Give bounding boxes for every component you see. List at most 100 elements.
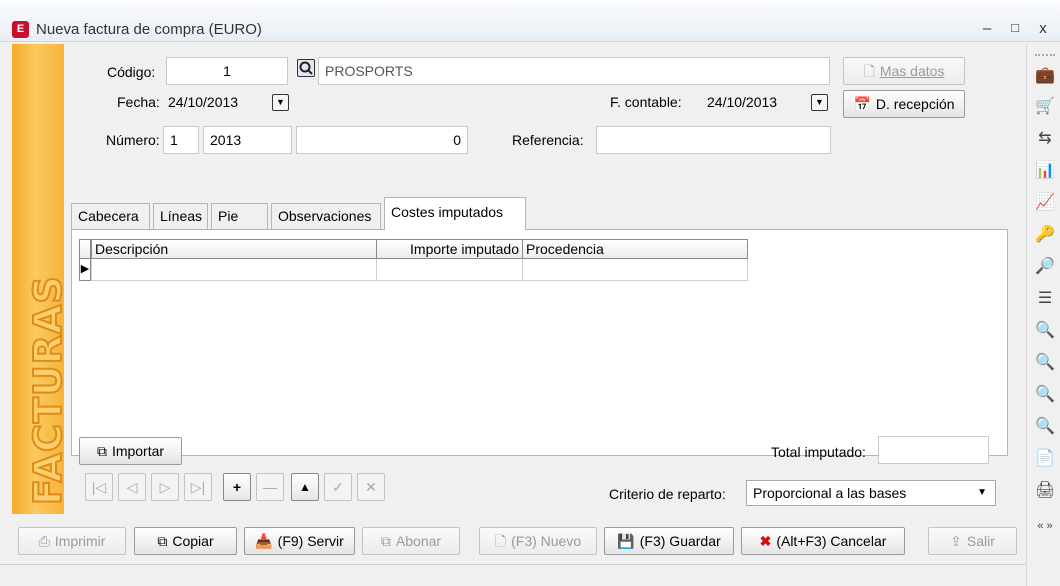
delete-record-button[interactable]: —	[256, 473, 284, 501]
cell-importe[interactable]	[376, 259, 523, 281]
cart-icon[interactable]: 🛒	[1035, 97, 1055, 117]
numero-year-input[interactable]: 2013	[203, 126, 292, 154]
fecha-label: Fecha:	[117, 94, 160, 110]
codigo-input[interactable]: 1	[166, 57, 288, 85]
printer-doc-icon[interactable]: 🖨	[1035, 481, 1055, 501]
transfer-icon[interactable]: ⇆	[1035, 129, 1055, 149]
cancel-record-button[interactable]: ✕	[357, 473, 385, 501]
total-imputado-field	[878, 436, 989, 464]
tab-cabecera[interactable]: Cabecera	[71, 203, 150, 229]
copy-icon: ⧉	[96, 443, 107, 459]
servir-label: (F9) Servir	[277, 533, 344, 549]
chevron-down-icon: ▼	[977, 487, 987, 498]
criterio-label: Criterio de reparto:	[609, 486, 726, 502]
title-bar: E Nueva factura de compra (EURO) – □ x	[0, 0, 1060, 42]
grid-header-importe[interactable]: Importe imputado	[376, 239, 523, 259]
document-icon: 🗋	[863, 63, 875, 79]
numero-label: Número:	[106, 132, 160, 148]
module-band-label: FACTURAS	[25, 274, 71, 506]
grid-header-procedencia[interactable]: Procedencia	[522, 239, 748, 259]
find-document-icon[interactable]: 🔎	[1035, 257, 1055, 277]
minimize-button[interactable]: –	[978, 20, 996, 37]
criterio-select[interactable]: Proporcional a las bases ▼	[746, 480, 996, 506]
search-alt-icon[interactable]: 🔍	[1035, 417, 1055, 437]
insert-record-button[interactable]: +	[223, 473, 251, 501]
search-user-icon[interactable]: 🔍	[1035, 353, 1055, 373]
exit-icon: ⇪	[950, 533, 962, 549]
importar-button[interactable]: ⧉ Importar	[79, 437, 182, 465]
last-record-button[interactable]: ▷|	[184, 473, 212, 501]
referencia-label: Referencia:	[512, 132, 584, 148]
cell-descripcion[interactable]	[91, 259, 377, 281]
criterio-value: Proporcional a las bases	[753, 485, 907, 501]
d-recepcion-label: D. recepción	[875, 96, 955, 112]
bar-chart-icon[interactable]: 📊	[1035, 161, 1055, 181]
grid-corner	[79, 239, 91, 259]
servir-button[interactable]: 📥 (F9) Servir	[244, 527, 355, 555]
abonar-button[interactable]: ⧉ Abonar	[362, 527, 460, 555]
codigo-label: Código:	[107, 64, 156, 80]
right-toolbar: 💼 🛒 ⇆ 📊 📈 🔑 🔎 ☰ 🔍 🔍 🔍 🔍 📄 🖨 « »	[1026, 44, 1060, 586]
mas-datos-label: Mas datos	[879, 63, 945, 79]
document-list-icon[interactable]: 📄	[1035, 449, 1055, 469]
tab-pie[interactable]: Pie	[211, 203, 268, 229]
new-document-icon: 🗋	[494, 533, 507, 549]
total-imputado-label: Total imputado:	[771, 444, 866, 460]
costes-imputados-panel: Descripción Importe imputado Procedencia…	[71, 229, 1008, 456]
print-icon: ⎙	[38, 533, 50, 549]
key-icon[interactable]: 🔑	[1035, 225, 1055, 245]
salir-button[interactable]: ⇪ Salir	[928, 527, 1017, 555]
guardar-label: (F3) Guardar	[639, 533, 721, 549]
nuevo-label: (F3) Nuevo	[511, 533, 582, 549]
tab-lineas[interactable]: Líneas	[153, 203, 208, 229]
tab-costes-imputados[interactable]: Costes imputados	[384, 197, 526, 230]
toolbar-grip	[1035, 54, 1055, 56]
more-tools-icon[interactable]: « »	[1035, 516, 1055, 536]
cell-procedencia[interactable]	[522, 259, 748, 281]
cancelar-label: (Alt+F3) Cancelar	[776, 533, 887, 549]
salir-label: Salir	[966, 533, 995, 549]
edit-record-button[interactable]: ▲	[291, 473, 319, 501]
stats-icon[interactable]: 📈	[1035, 193, 1055, 213]
copiar-label: Copiar	[172, 533, 214, 549]
numero-input[interactable]: 0	[296, 126, 468, 154]
briefcase-icon[interactable]: 💼	[1035, 66, 1055, 86]
grid-header-descripcion[interactable]: Descripción	[91, 239, 377, 259]
next-record-button[interactable]: ▷	[151, 473, 179, 501]
app-icon: E	[12, 21, 29, 38]
prev-record-button[interactable]: ◁	[118, 473, 146, 501]
nuevo-button[interactable]: 🗋 (F3) Nuevo	[479, 527, 597, 555]
copiar-button[interactable]: ⧉ Copiar	[134, 527, 237, 555]
cancelar-button[interactable]: ✖ (Alt+F3) Cancelar	[741, 527, 905, 555]
tab-observaciones[interactable]: Observaciones	[271, 203, 381, 229]
save-icon: 💾	[617, 533, 635, 549]
d-recepcion-button[interactable]: 📅 D. recepción	[843, 90, 965, 118]
copy-icon: ⧉	[380, 533, 391, 549]
first-record-button[interactable]: |◁	[85, 473, 113, 501]
close-button[interactable]: x	[1034, 20, 1052, 37]
window-title: Nueva factura de compra (EURO)	[36, 21, 262, 38]
fecha-dropdown-icon[interactable]: ▼	[272, 94, 289, 111]
abonar-label: Abonar	[395, 533, 442, 549]
search-supplier-icon[interactable]	[297, 59, 315, 77]
stack-icon[interactable]: ☰	[1035, 289, 1055, 309]
copy-icon: ⧉	[157, 533, 168, 549]
referencia-input[interactable]	[596, 126, 831, 154]
supplier-name-field: PROSPORTS	[318, 57, 830, 85]
f-contable-value[interactable]: 24/10/2013	[707, 94, 777, 110]
calendar-icon: 📅	[853, 96, 871, 112]
deliver-icon: 📥	[255, 533, 273, 549]
imprimir-label: Imprimir	[54, 533, 106, 549]
mas-datos-button[interactable]: 🗋 Mas datos	[843, 57, 965, 85]
post-record-button[interactable]: ✓	[324, 473, 352, 501]
numero-serie-input[interactable]: 1	[163, 126, 199, 154]
imprimir-button[interactable]: ⎙ Imprimir	[18, 527, 126, 555]
search-icon[interactable]: 🔍	[1035, 321, 1055, 341]
cancel-x-icon: ✖	[759, 533, 772, 549]
maximize-button[interactable]: □	[1006, 20, 1024, 35]
search-green-icon[interactable]: 🔍	[1035, 385, 1055, 405]
fecha-value[interactable]: 24/10/2013	[168, 94, 238, 110]
guardar-button[interactable]: 💾 (F3) Guardar	[604, 527, 734, 555]
f-contable-dropdown-icon[interactable]: ▼	[811, 94, 828, 111]
row-indicator: ▶	[79, 259, 91, 281]
